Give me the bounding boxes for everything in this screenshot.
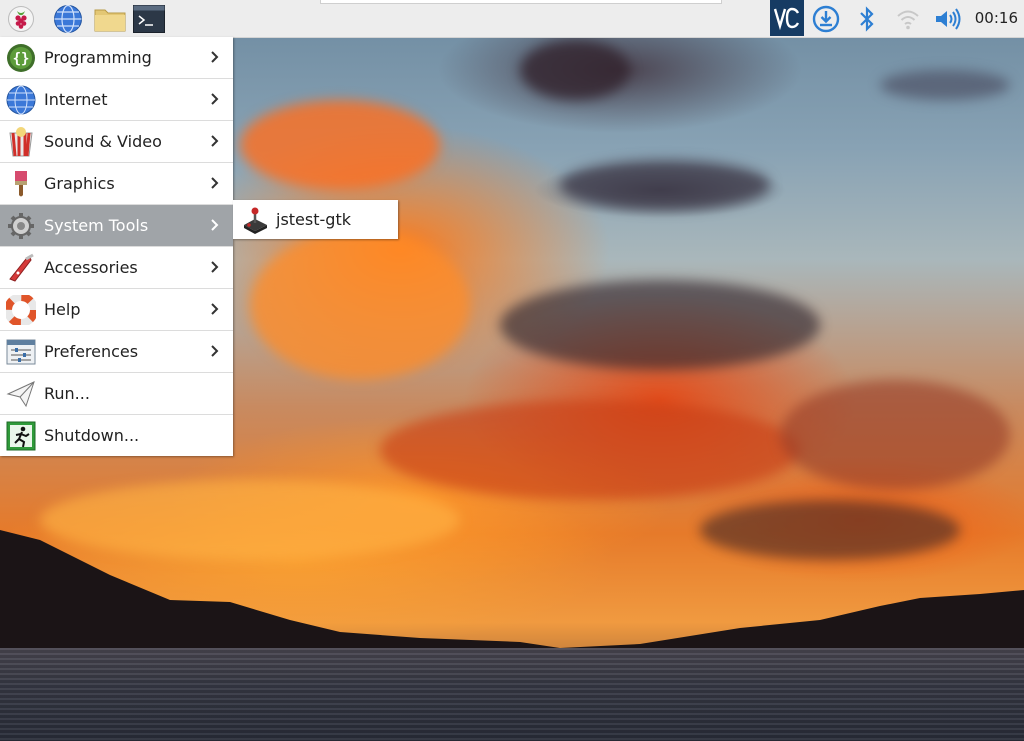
top-panel: 00:16	[0, 0, 1024, 38]
menu-item-label: Graphics	[44, 174, 115, 193]
updates-tray-button[interactable]	[811, 4, 841, 34]
updates-download-icon	[812, 5, 840, 33]
submenu-item-label: jstest-gtk	[276, 210, 351, 229]
web-browser-icon	[54, 4, 82, 34]
taskbar-window-stub	[320, 0, 722, 4]
panel-clock[interactable]: 00:16	[975, 9, 1018, 27]
menu-item-label: Shutdown...	[44, 426, 140, 445]
mountain-silhouette	[0, 530, 1024, 655]
menu-item-label: Help	[44, 300, 81, 319]
chevron-right-icon	[211, 261, 219, 273]
menu-item-preferences[interactable]: Preferences	[0, 331, 233, 373]
volume-icon	[936, 8, 961, 30]
menu-item-accessories[interactable]: Accessories	[0, 247, 233, 289]
file-manager-icon	[94, 9, 126, 32]
menu-item-sound-video[interactable]: Sound & Video	[0, 121, 233, 163]
chevron-right-icon	[211, 303, 219, 315]
svg-text:{}: {}	[13, 51, 30, 67]
submenu-item-jstest-gtk[interactable]: jstest-gtk	[233, 200, 398, 239]
file-manager-button[interactable]	[93, 4, 127, 34]
accessories-knife-icon	[5, 252, 37, 284]
menu-item-programming[interactable]: {} Programming	[0, 37, 233, 79]
menu-item-help[interactable]: Help	[0, 289, 233, 331]
menu-item-shutdown[interactable]: Shutdown...	[0, 415, 233, 456]
menu-item-label: Run...	[44, 384, 90, 403]
chevron-right-icon	[211, 93, 219, 105]
system-tools-gear-icon	[5, 210, 37, 242]
wifi-icon	[897, 10, 919, 30]
graphics-brush-icon	[5, 168, 37, 200]
shutdown-exit-icon	[5, 420, 37, 452]
sound-video-icon	[5, 126, 37, 158]
bluetooth-tray-button[interactable]	[852, 4, 882, 34]
programming-icon: {}	[5, 42, 37, 74]
joystick-icon	[241, 206, 269, 234]
vnc-tray-button[interactable]	[770, 0, 804, 36]
menu-item-label: Internet	[44, 90, 108, 109]
system-tools-submenu: jstest-gtk	[233, 200, 398, 239]
menu-item-label: Sound & Video	[44, 132, 162, 151]
chevron-right-icon	[211, 177, 219, 189]
menu-item-label: Programming	[44, 48, 152, 67]
raspberry-pi-menu-button[interactable]	[6, 4, 36, 34]
terminal-button[interactable]	[133, 4, 165, 34]
internet-globe-icon	[5, 84, 37, 116]
help-lifebuoy-icon	[5, 294, 37, 326]
menu-item-label: System Tools	[44, 216, 149, 235]
terminal-icon	[133, 5, 165, 33]
menu-item-label: Preferences	[44, 342, 139, 361]
chevron-right-icon	[211, 219, 219, 231]
menu-item-run[interactable]: Run...	[0, 373, 233, 415]
raspberry-pi-menu-icon	[8, 6, 34, 32]
lake-water	[0, 648, 1024, 741]
run-paper-plane-icon	[5, 378, 37, 410]
volume-tray-button[interactable]	[933, 4, 963, 34]
wifi-tray-button[interactable]	[893, 4, 923, 34]
menu-item-graphics[interactable]: Graphics	[0, 163, 233, 205]
vnc-icon	[773, 7, 800, 31]
bluetooth-icon	[860, 6, 874, 32]
preferences-sliders-icon	[5, 336, 37, 368]
chevron-right-icon	[211, 345, 219, 357]
menu-item-label: Accessories	[44, 258, 138, 277]
menu-item-system-tools[interactable]: System Tools	[0, 205, 233, 247]
menu-item-internet[interactable]: Internet	[0, 79, 233, 121]
application-menu: {} Programming Internet Sound & Video Gr…	[0, 37, 233, 456]
chevron-right-icon	[211, 51, 219, 63]
web-browser-button[interactable]	[53, 4, 83, 34]
chevron-right-icon	[211, 135, 219, 147]
